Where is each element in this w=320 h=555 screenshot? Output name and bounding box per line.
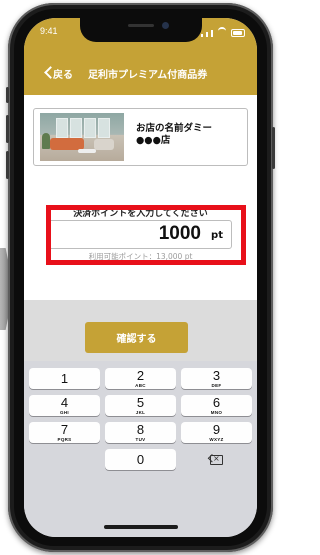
key-digit: 2 (136, 368, 145, 383)
status-time: 9:41 (40, 26, 58, 36)
key-letters: PQRS (57, 437, 72, 442)
key-digit: 5 (136, 395, 145, 410)
key-digit: 3 (212, 368, 221, 383)
payment-content: お店の名前ダミー ●●●店 決済ポイントを入力してください 1000 pt 利用… (24, 95, 257, 300)
page-title: 足利市プレミアム付商品券 (88, 70, 208, 81)
available-points: 利用可能ポイント：13,000 pt (88, 252, 193, 261)
key-6[interactable]: 6 MNO (181, 395, 252, 416)
key-letters: WXYZ (209, 437, 224, 442)
shop-name-line1: お店の名前ダミー (136, 123, 213, 134)
points-input-label: 決済ポイントを入力してください (73, 209, 208, 219)
key-letters: TUV (135, 437, 146, 442)
key-digit: 9 (212, 422, 221, 437)
key-digit: 8 (136, 422, 145, 437)
key-digit: 7 (60, 422, 69, 437)
backspace-icon: × (210, 454, 223, 465)
confirm-button[interactable]: 確認する (85, 322, 188, 353)
key-letters: GHI (60, 410, 69, 415)
key-7[interactable]: 7 PQRS (29, 422, 100, 443)
key-8[interactable]: 8 TUV (105, 422, 176, 443)
wifi-icon (218, 27, 226, 37)
delete-key[interactable]: × (181, 449, 252, 470)
points-input[interactable]: 1000 pt (48, 220, 232, 249)
shop-card: お店の名前ダミー ●●●店 (33, 108, 248, 166)
back-label: 戻る (53, 70, 73, 81)
back-button[interactable]: 戻る (32, 60, 78, 86)
key-letters: DEF (211, 383, 222, 388)
phone-screen: 9:41 戻る 足利市プレミアム付商品券 お店の名前ダミー ●●●店 決済ポイン… (24, 18, 257, 537)
notch (80, 18, 202, 42)
battery-icon (231, 29, 245, 37)
key-9[interactable]: 9 WXYZ (181, 422, 252, 443)
key-digit: 1 (60, 371, 69, 386)
home-indicator (104, 525, 178, 529)
key-3[interactable]: 3 DEF (181, 368, 252, 389)
key-1[interactable]: 1 (29, 368, 100, 389)
key-letters: JKL (135, 410, 146, 415)
signal-icon (201, 34, 203, 37)
key-digit: 6 (212, 395, 221, 410)
points-value: 1000 (158, 223, 201, 244)
status-icons (201, 27, 245, 37)
key-letters: MNO (210, 410, 223, 415)
shop-name-line2: ●●●店 (136, 135, 171, 146)
confirm-area: 確認する (24, 300, 257, 355)
key-5[interactable]: 5 JKL (105, 395, 176, 416)
key-digit: 4 (60, 395, 69, 410)
key-4[interactable]: 4 GHI (29, 395, 100, 416)
key-letters: ABC (135, 383, 146, 388)
key-digit: 0 (136, 452, 145, 467)
points-unit: pt (211, 230, 223, 241)
key-0[interactable]: 0 (105, 449, 176, 470)
shop-photo (40, 113, 124, 161)
numeric-keypad: 1 2 ABC 3 DEF 4 GHI 5 JKL 6 MNO 7 PQRS 8… (24, 361, 257, 537)
nav-bar: 戻る 足利市プレミアム付商品券 (24, 60, 257, 86)
key-2[interactable]: 2 ABC (105, 368, 176, 389)
app-header: 9:41 戻る 足利市プレミアム付商品券 (24, 18, 257, 95)
shop-name: お店の名前ダミー ●●●店 (136, 123, 242, 147)
